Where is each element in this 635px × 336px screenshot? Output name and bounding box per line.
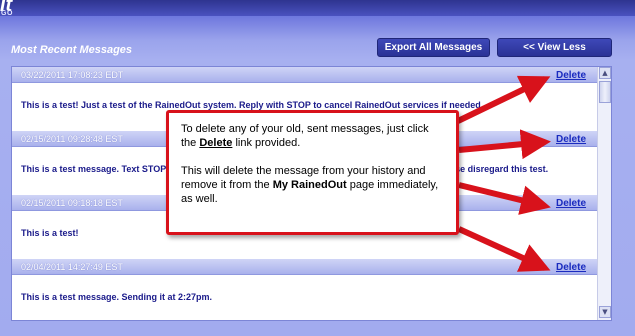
app-logo-subtext: GO bbox=[1, 10, 13, 17]
view-less-button[interactable]: << View Less bbox=[497, 38, 612, 57]
message-header: 03/22/2011 17:08:23 EDT Delete bbox=[12, 67, 597, 83]
message-date: 02/04/2011 14:27:49 EST bbox=[21, 262, 123, 272]
callout-delete-emphasis: Delete bbox=[199, 137, 233, 149]
help-callout: To delete any of your old, sent messages… bbox=[166, 110, 459, 235]
scroll-down-icon[interactable]: ▼ bbox=[599, 306, 611, 318]
callout-text: link provided. bbox=[232, 137, 301, 149]
message-date: 03/22/2011 17:08:23 EDT bbox=[21, 70, 124, 80]
delete-link[interactable]: Delete bbox=[556, 70, 586, 81]
delete-link[interactable]: Delete bbox=[556, 134, 586, 145]
delete-link[interactable]: Delete bbox=[556, 198, 586, 209]
callout-paragraph-2: This will delete the message from your h… bbox=[181, 164, 446, 206]
message-date: 02/15/2011 09:18:18 EST bbox=[21, 198, 123, 208]
scroll-thumb[interactable] bbox=[599, 81, 611, 103]
message-header: 02/04/2011 14:27:49 EST Delete bbox=[12, 259, 597, 275]
message-body: This is a test! Just a test of the Raine… bbox=[21, 100, 484, 110]
scroll-up-icon[interactable]: ▲ bbox=[599, 67, 611, 79]
message-date: 02/15/2011 09:28:48 EST bbox=[21, 134, 123, 144]
top-banner-strip bbox=[0, 0, 635, 16]
messages-scrollbar[interactable]: ▲ ▼ bbox=[597, 67, 611, 320]
section-title: Most Recent Messages bbox=[11, 44, 133, 56]
export-all-messages-button[interactable]: Export All Messages bbox=[377, 38, 490, 57]
delete-link[interactable]: Delete bbox=[556, 262, 586, 273]
message-body: This is a test message. Sending it at 2:… bbox=[21, 292, 213, 302]
message-row: 02/04/2011 14:27:49 EST Delete This is a… bbox=[12, 259, 597, 320]
callout-my-rainedout-emphasis: My RainedOut bbox=[272, 179, 347, 191]
callout-paragraph-1: To delete any of your old, sent messages… bbox=[181, 122, 446, 150]
